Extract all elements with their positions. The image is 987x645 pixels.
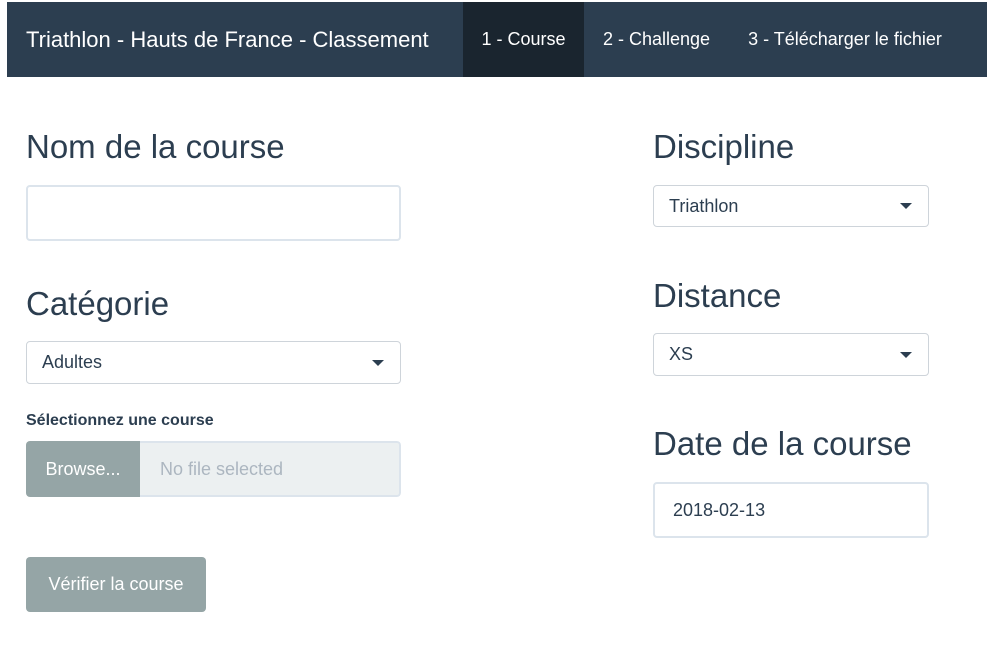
tab-challenge[interactable]: 2 - Challenge: [584, 2, 729, 77]
category-select[interactable]: Adultes: [26, 341, 401, 384]
distance-label: Distance: [653, 277, 782, 314]
app-brand[interactable]: Triathlon - Hauts de France - Classement: [7, 2, 463, 77]
course-name-input[interactable]: [26, 185, 401, 241]
date-label: Date de la course: [653, 425, 912, 462]
navbar: Triathlon - Hauts de France - Classement…: [7, 2, 987, 77]
caret-down-icon: [372, 359, 384, 366]
file-upload-group: Browse... No file selected: [26, 441, 401, 497]
browse-button[interactable]: Browse...: [26, 441, 140, 497]
discipline-select[interactable]: Triathlon: [653, 185, 929, 227]
tab-course[interactable]: 1 - Course: [463, 2, 584, 77]
caret-down-icon: [900, 351, 912, 358]
course-name-label: Nom de la course: [26, 128, 285, 165]
category-selected-value: Adultes: [42, 352, 103, 372]
date-input[interactable]: [653, 482, 929, 538]
distance-select[interactable]: XS: [653, 333, 929, 376]
caret-down-icon: [900, 203, 912, 209]
tab-download-file[interactable]: 3 - Télécharger le fichier: [729, 2, 961, 77]
verify-course-button[interactable]: Vérifier la course: [26, 557, 206, 612]
file-upload-label: Sélectionnez une course: [26, 412, 214, 429]
category-label: Catégorie: [26, 285, 170, 322]
file-name-display[interactable]: No file selected: [140, 441, 401, 497]
discipline-selected-value: Triathlon: [669, 195, 739, 216]
discipline-label: Discipline: [653, 128, 795, 165]
distance-selected-value: XS: [669, 344, 694, 364]
